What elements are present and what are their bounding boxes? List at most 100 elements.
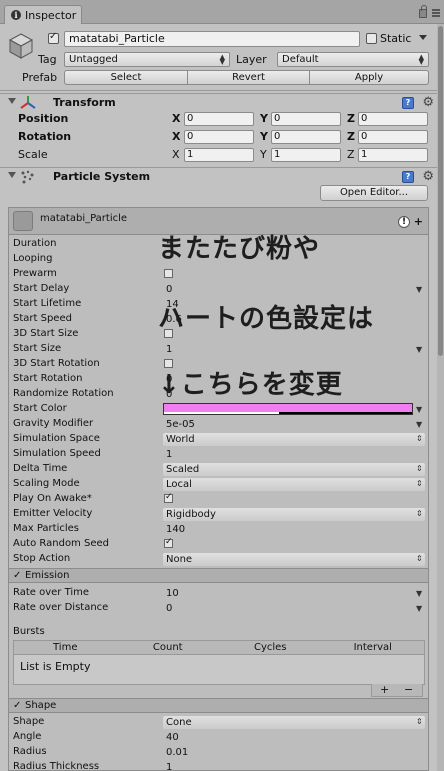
layer-label: Layer [236,53,267,66]
gravity-modifier-field[interactable]: 5e-05 [163,418,425,431]
max-particles-label: Max Particles [13,523,80,534]
radius-field[interactable]: 0.01 [163,746,425,759]
prefab-label: Prefab [22,71,58,84]
transform-header[interactable]: Transform ? ⚙ [0,93,444,111]
start-lifetime-label: Start Lifetime [13,298,82,309]
static-dropdown-arrow[interactable] [419,35,427,40]
help-icon[interactable]: ? [402,97,414,109]
stop-action-dropdown[interactable]: None [163,553,425,566]
particle-module-panel: matatabi_Particle ! + Duration 5 Looping… [8,207,429,771]
rotation-3d-label: 3D Start Rotation [13,358,100,369]
position-z-field[interactable]: 0 [358,112,428,126]
start-delay-field[interactable]: 0 [163,283,425,296]
position-x-field[interactable]: 0 [184,112,254,126]
axis-x-label: X [172,112,181,125]
emitter-velocity-dropdown[interactable]: Rigidbody [163,508,425,521]
scale-x-field[interactable]: 1 [184,148,254,162]
scale-y-field[interactable]: 1 [271,148,341,162]
tab-inspector[interactable]: i Inspector [4,5,82,24]
axis-x-label: X [172,148,180,161]
layer-value: Default [282,54,319,65]
axis-y-label: Y [260,130,268,143]
start-speed-label: Start Speed [13,313,72,324]
warning-icon[interactable]: ! [398,216,410,228]
scrollbar-thumb[interactable] [438,26,443,356]
tag-value: Untagged [69,54,118,65]
rate-over-time-field[interactable]: 10 [163,587,425,600]
scale-z-field[interactable]: 1 [358,148,428,162]
particle-system-header[interactable]: Particle System ? ⚙ [0,167,444,185]
rotation-y-field[interactable]: 0 [271,130,341,144]
scaling-mode-dropdown[interactable]: Local [163,478,425,491]
foldout-arrow-icon[interactable] [8,98,16,104]
curve-dropdown-icon[interactable]: ▼ [416,604,422,613]
looping-label: Looping [13,253,53,264]
radius-thickness-field[interactable]: 1 [163,761,425,771]
prewarm-checkbox[interactable] [164,269,173,278]
auto-random-seed-checkbox[interactable] [164,537,173,548]
transform-icon [20,96,36,109]
rate-over-distance-field[interactable]: 0 [163,602,425,615]
particle-system-icon [21,170,34,184]
tab-bar: i Inspector [0,0,444,24]
menu-icon[interactable] [432,9,440,17]
prefab-apply-button[interactable]: Apply [309,70,429,85]
axis-y-label: Y [260,148,267,161]
play-on-awake-checkbox[interactable] [164,492,173,503]
gear-icon[interactable]: ⚙ [422,95,434,110]
updown-arrow-icon: ⇕ [416,509,423,518]
angle-field[interactable]: 40 [163,731,425,744]
bursts-col-count: Count [152,642,183,653]
rotation-x-field[interactable]: 0 [184,130,254,144]
gear-icon[interactable]: ⚙ [422,169,434,184]
curve-dropdown-icon[interactable]: ▼ [416,420,422,429]
axis-z-label: Z [347,112,355,125]
shape-title: Shape [25,700,57,711]
shape-enabled-checkbox[interactable]: ✓ [13,700,21,711]
lock-icon[interactable] [419,5,427,18]
prefab-select-button[interactable]: Select [64,70,188,85]
static-label: Static [380,32,412,45]
help-icon[interactable]: ? [402,171,414,183]
tag-label: Tag [38,53,57,66]
active-checkbox[interactable] [48,31,59,44]
bursts-col-interval: Interval [353,642,392,653]
rotation-z-field[interactable]: 0 [358,130,428,144]
simulation-speed-label: Simulation Speed [13,448,101,459]
emission-section-header[interactable]: ✓ Emission [9,568,428,583]
curve-dropdown-icon[interactable]: ▼ [416,285,422,294]
bursts-header-row: Time Count Cycles Interval [14,641,424,655]
module-name: matatabi_Particle [40,213,128,224]
add-burst-button[interactable]: + [380,684,389,696]
remove-burst-button[interactable]: − [404,684,413,696]
scrollbar[interactable] [437,24,444,771]
simulation-space-dropdown[interactable]: World [163,433,425,446]
start-rotation-label: Start Rotation [13,373,83,384]
bursts-col-time: Time [53,642,78,653]
max-particles-field[interactable]: 140 [163,523,425,536]
foldout-arrow-icon[interactable] [8,172,16,178]
tab-title: Inspector [25,8,77,22]
position-y-field[interactable]: 0 [271,112,341,126]
gameobject-header: matatabi_Particle Static Tag Untagged ▲▼… [0,24,444,91]
static-checkbox[interactable] [366,33,377,44]
emission-enabled-checkbox[interactable]: ✓ [13,570,21,581]
delta-time-dropdown[interactable]: Scaled [163,463,425,476]
add-module-icon[interactable]: + [414,215,423,228]
curve-dropdown-icon[interactable]: ▼ [416,345,422,354]
alpha-bar-dark [279,412,412,414]
open-editor-button[interactable]: Open Editor... [320,185,428,201]
gravity-modifier-label: Gravity Modifier [13,418,94,429]
shape-label: Shape [13,716,45,727]
start-color-swatch[interactable] [163,403,413,415]
color-dropdown-icon[interactable]: ▼ [416,405,422,414]
curve-dropdown-icon[interactable]: ▼ [416,589,422,598]
object-name-field[interactable]: matatabi_Particle [64,31,360,47]
shape-section-header[interactable]: ✓ Shape [9,698,428,713]
simulation-speed-field[interactable]: 1 [163,448,425,461]
start-size-field[interactable]: 1 [163,343,425,356]
prefab-revert-button[interactable]: Revert [187,70,310,85]
shape-dropdown[interactable]: Cone [163,716,425,729]
tag-dropdown[interactable]: Untagged ▲ ▼ [64,52,230,67]
layer-dropdown[interactable]: Default ▲ ▼ [277,52,429,67]
